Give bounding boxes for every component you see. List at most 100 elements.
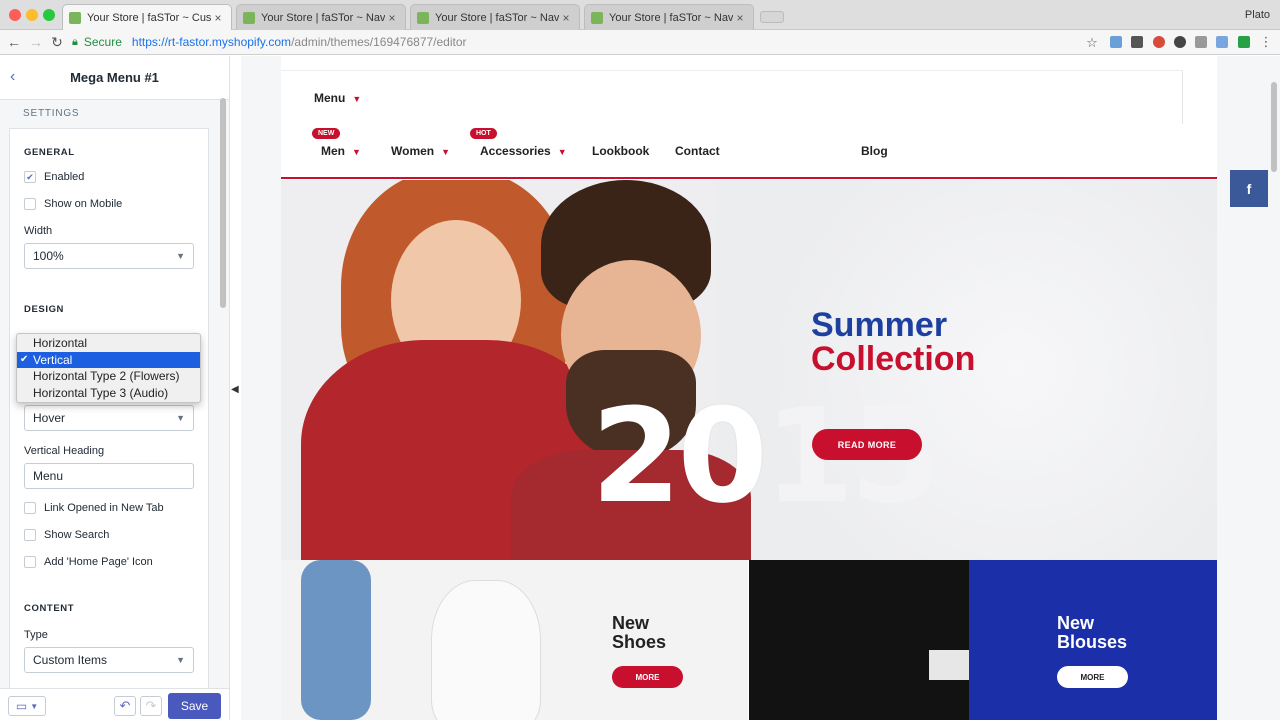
design-heading: DESIGN [24,304,65,315]
nav-label: Accessories [480,144,551,158]
tab-close-icon[interactable]: × [733,11,747,25]
new-tab-button[interactable] [760,11,784,23]
hero-slide[interactable]: 2015 Summer Collection READ MORE [281,180,1217,560]
link-new-tab-checkbox[interactable]: Link Opened in New Tab [24,502,164,514]
tab-title: Your Store | faSTor ~ Navigatio [609,11,733,24]
browser-toolbar: ← → ↻ 🔒︎ Secure https://rt-fastor.myshop… [0,30,1280,55]
width-select-value: 100% [33,249,64,263]
collapse-sidebar-icon[interactable]: ◀ [231,384,239,395]
tab-close-icon[interactable]: × [559,11,573,25]
section-title: Mega Menu #1 [70,70,159,85]
chevron-down-icon: ▼ [176,413,185,423]
extension-icon[interactable] [1195,36,1207,48]
hot-badge: HOT [470,128,497,139]
tile-title-line-2: Blouses [1057,632,1128,652]
width-select[interactable]: 100% ▼ [24,243,194,269]
checkbox-empty-icon [24,556,36,568]
extension-icon[interactable] [1153,36,1165,48]
chevron-down-icon: ▼ [30,701,39,711]
nav-item-men[interactable]: Men ▼ [321,144,361,158]
width-label: Width [24,225,53,237]
nav-item-accessories[interactable]: Accessories ▼ [480,144,567,158]
chevron-down-icon: ▼ [176,251,185,261]
nav-item-blog[interactable]: Blog [861,144,888,158]
close-window-icon[interactable] [9,9,21,21]
facebook-icon: f [1246,180,1252,197]
preview-scrollbar[interactable] [1271,82,1277,172]
undo-icon: ↶ [119,698,131,713]
read-more-button[interactable]: READ MORE [812,429,922,460]
browser-tab-2[interactable]: Your Store | faSTor ~ Navigatio × [236,4,406,30]
url-path: /admin/themes/169476877/editor [291,35,467,49]
maximize-window-icon[interactable] [43,9,55,21]
promo-tile-shoes[interactable]: New Shoes MORE [281,560,748,720]
more-button[interactable]: MORE [1057,666,1128,688]
profile-name[interactable]: Plato [1245,9,1270,21]
nav-item-lookbook[interactable]: Lookbook [592,144,649,158]
type-label: Type [24,629,48,641]
nav-item-women[interactable]: Women ▼ [391,144,450,158]
enabled-label: Enabled [44,171,85,183]
vertical-menu-button[interactable]: Menu ▼ [314,91,361,105]
browser-tab-3[interactable]: Your Store | faSTor ~ Navigatio × [410,4,580,30]
orientation-dropdown-menu[interactable]: Horizontal ✔ Vertical Horizontal Type 2 (… [16,333,201,403]
tab-close-icon[interactable]: × [211,11,225,25]
more-button[interactable]: MORE [612,666,683,688]
vertical-heading-value: Menu [33,469,64,483]
general-heading: GENERAL [24,147,75,158]
chevron-down-icon: ▼ [352,147,361,157]
show-on-mobile-checkbox[interactable]: Show on Mobile [24,198,122,210]
browser-tabbar: Your Store | faSTor ~ Customiz × Your St… [0,0,1280,30]
orientation-option-vertical[interactable]: ✔ Vertical [17,351,200,368]
reload-icon[interactable]: ↻ [49,34,65,50]
orientation-option-horizontal[interactable]: Horizontal [17,335,200,352]
sidebar-scrollbar[interactable] [220,98,226,308]
redo-icon: ↷ [145,698,157,713]
extension-icon[interactable] [1110,36,1122,48]
redo-button[interactable]: ↷ [140,696,162,716]
forward-arrow-icon[interactable]: → [28,34,44,50]
chevron-down-icon: ▼ [557,147,567,157]
back-arrow-icon[interactable]: ← [6,34,22,50]
nav-item-contact[interactable]: Contact [675,144,720,158]
show-search-checkbox[interactable]: Show Search [24,529,109,541]
save-button[interactable]: Save [168,693,221,719]
enabled-checkbox[interactable]: ✔ Enabled [24,171,84,183]
home-icon-checkbox[interactable]: Add 'Home Page' Icon [24,556,153,568]
browser-tab-1[interactable]: Your Store | faSTor ~ Customiz × [62,4,232,30]
gear-icon[interactable] [1174,36,1186,48]
menu-kebab-icon[interactable]: ⋮ [1258,34,1274,50]
device-preview-button[interactable]: ▭ ▼ [8,696,46,716]
promo-tile-blouses[interactable]: New Blouses MORE [749,560,1217,720]
show-search-label: Show Search [44,529,110,541]
browser-tab-4[interactable]: Your Store | faSTor ~ Navigatio × [584,4,754,30]
extension-icon[interactable] [1131,36,1143,48]
tile-title-line-2: Shoes [612,632,667,652]
trigger-select[interactable]: Hover ▼ [24,405,194,431]
type-select[interactable]: Custom Items ▼ [24,647,194,673]
vertical-heading-input[interactable]: Menu [24,463,194,489]
tab-close-icon[interactable]: × [385,11,399,25]
shopify-favicon-icon [69,11,81,24]
content-heading: CONTENT [24,603,75,614]
option-label: Horizontal Type 2 (Flowers) [33,369,180,383]
vertical-menu-bar: Menu ▼ [281,70,1183,124]
extension-icon[interactable] [1238,36,1250,48]
tab-title: Your Store | faSTor ~ Navigatio [435,11,559,24]
sidebar-header: ‹ Mega Menu #1 [0,56,229,100]
extension-icon[interactable] [1216,36,1228,48]
facebook-share-button[interactable]: f [1230,170,1268,207]
jeans-leg-shape [301,560,371,720]
orientation-option-audio[interactable]: Horizontal Type 3 (Audio) [17,385,200,402]
link-new-tab-label: Link Opened in New Tab [44,502,164,514]
minimize-window-icon[interactable] [26,9,38,21]
address-bar[interactable]: 🔒︎ Secure https://rt-fastor.myshopify.co… [72,32,1102,52]
sneaker-shape [431,580,541,720]
orientation-option-flowers[interactable]: Horizontal Type 2 (Flowers) [17,368,200,385]
shopify-favicon-icon [243,11,255,24]
chevron-down-icon: ▼ [176,655,185,665]
bookmark-star-icon[interactable]: ☆ [1084,35,1100,51]
vertical-heading-label: Vertical Heading [24,445,105,457]
option-label: Horizontal [33,336,88,350]
undo-button[interactable]: ↶ [114,696,136,716]
